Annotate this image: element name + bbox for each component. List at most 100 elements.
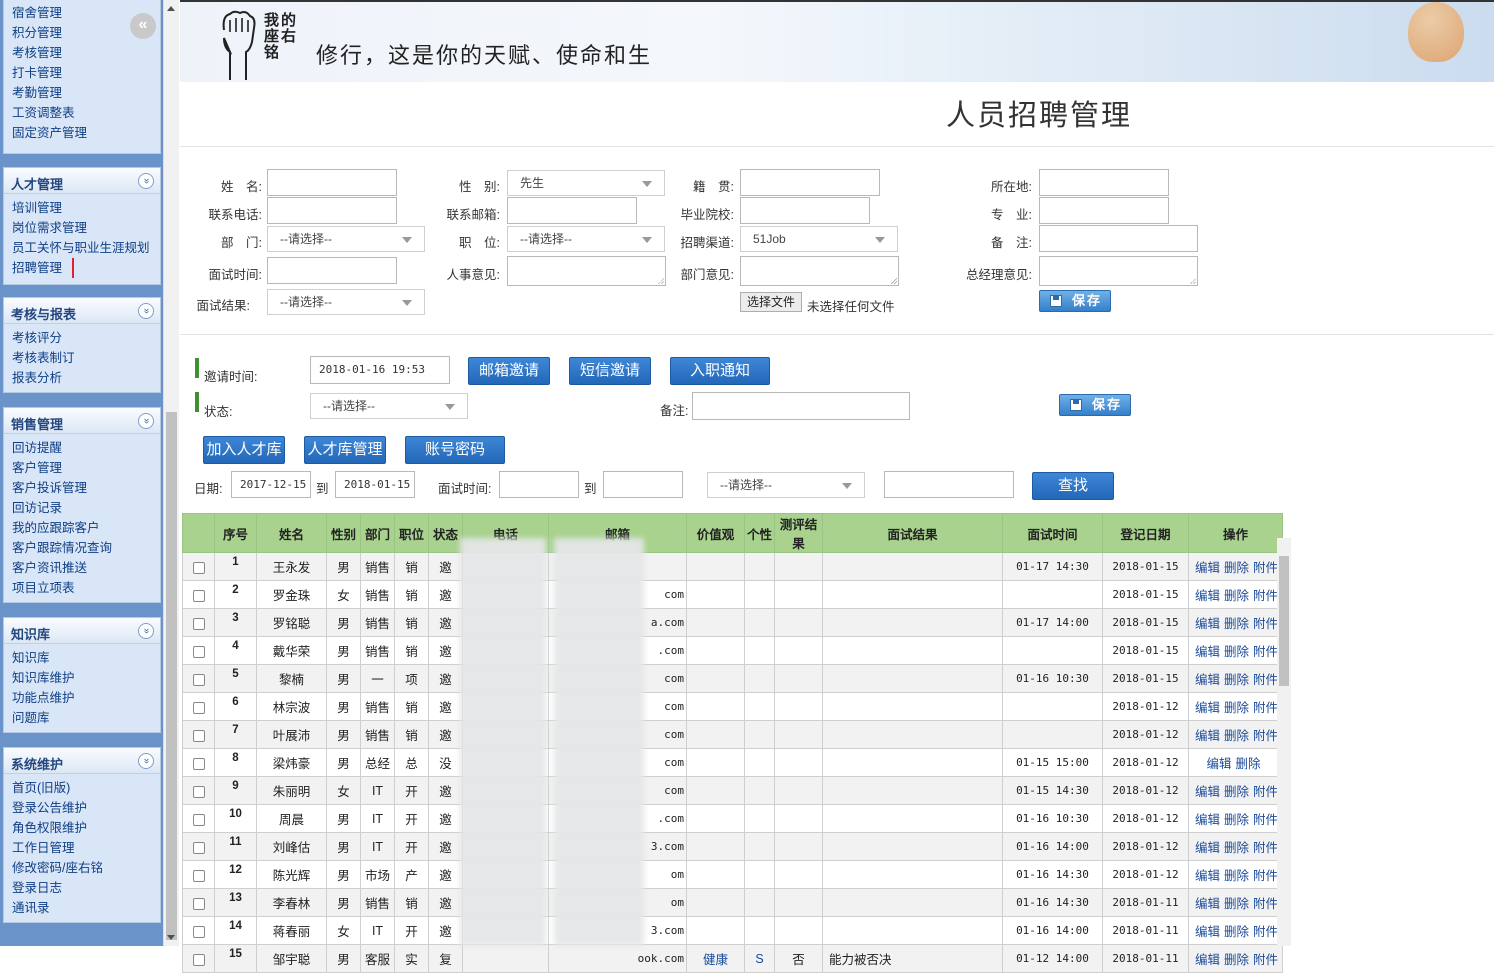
edit-link[interactable]: 编辑 [1195, 869, 1220, 883]
sidebar-item[interactable]: 培训管理 [12, 198, 160, 218]
attachment-link[interactable]: 附件 [1253, 561, 1278, 575]
sidebar-item[interactable]: 首页(旧版) [12, 778, 160, 798]
table-row[interactable]: 5 黎楠男一项邀 com 01-16 10:30 2018-01-15 编辑 删除 附件 [182, 664, 1284, 693]
edit-link[interactable]: 编辑 [1195, 673, 1220, 687]
edit-link[interactable]: 编辑 [1195, 617, 1220, 631]
table-row[interactable]: 11 刘峰估男 IT 开邀 3.com 01-16 14:00 2018-01-12 编辑 删除… [182, 832, 1284, 861]
row-checkbox[interactable] [192, 814, 205, 826]
table-row[interactable]: 7 叶展沛男销售销邀 com 2018-01-12 编辑 删除 附件 [182, 720, 1284, 749]
sidebar-item[interactable]: 客户资讯推送 [12, 558, 160, 578]
column-header[interactable]: 登记日期 [1102, 513, 1189, 553]
attachment-link[interactable]: 附件 [1253, 785, 1278, 799]
sidebar-item[interactable]: 员工关怀与职业生涯规划 [12, 238, 160, 258]
edit-link[interactable]: 编辑 [1195, 813, 1220, 827]
invite-time-input[interactable]: 2018-01-16 19:53 [310, 356, 450, 384]
delete-link[interactable]: 删除 [1224, 869, 1249, 883]
name-input[interactable] [267, 169, 397, 196]
attachment-link[interactable]: 附件 [1253, 925, 1278, 939]
delete-link[interactable]: 删除 [1224, 785, 1249, 799]
row-checkbox[interactable] [192, 702, 205, 714]
column-header[interactable]: 部门 [360, 513, 395, 553]
column-header[interactable]: 测评结果 [774, 513, 823, 553]
row-checkbox[interactable] [192, 870, 205, 882]
chevron-double-down-icon[interactable]: » [138, 623, 154, 639]
edit-link[interactable]: 编辑 [1195, 897, 1220, 911]
sidebar-item[interactable]: 项目立项表 [12, 578, 160, 598]
attachment-link[interactable]: 附件 [1253, 813, 1278, 827]
filter-select[interactable]: --请选择-- [707, 472, 865, 498]
add-talent-button[interactable]: 加入人才库 [203, 436, 285, 464]
interview-from-input[interactable] [499, 471, 579, 498]
sidebar-item[interactable]: 客户投诉管理 [12, 478, 160, 498]
sidebar-item[interactable]: 招聘管理 [12, 258, 160, 278]
search-button[interactable]: 查找 [1032, 472, 1114, 500]
table-row[interactable]: 9 朱丽明女 IT 开邀 com 01-15 14:30 2018-01-12 编辑 删除 附件 [182, 776, 1284, 805]
edit-link[interactable]: 编辑 [1195, 701, 1220, 715]
phone-input[interactable] [267, 197, 397, 224]
table-row[interactable]: 14 蒋春丽女 IT 开邀 3.com 01-16 14:00 2018-01-11 编辑 删除… [182, 916, 1284, 945]
sidebar-collapse-button[interactable]: « [130, 13, 156, 39]
sidebar-item[interactable]: 考核管理 [12, 43, 160, 63]
edit-link[interactable]: 编辑 [1195, 589, 1220, 603]
table-row[interactable]: 4 戴华荣男销售销邀 .com 2018-01-15 编辑 删除 附件 [182, 636, 1284, 665]
attachment-link[interactable]: 附件 [1253, 617, 1278, 631]
dept-select[interactable]: --请选择-- [267, 226, 425, 252]
date-to-input[interactable]: 2018-01-15 [335, 471, 415, 498]
attachment-link[interactable]: 附件 [1253, 897, 1278, 911]
column-header[interactable]: 职位 [394, 513, 429, 553]
table-row[interactable]: 15 邹宇聪男客服实复 ook.com 健康 S 否能力被否决 01-12 14:00 201… [182, 944, 1284, 973]
delete-link[interactable]: 删除 [1224, 897, 1249, 911]
sidebar-item[interactable]: 报表分析 [12, 368, 160, 388]
sidebar-item[interactable]: 登录日志 [12, 878, 160, 898]
email-input[interactable] [507, 197, 637, 224]
sidebar-item[interactable]: 工作日管理 [12, 838, 160, 858]
sidebar-item[interactable]: 功能点维护 [12, 688, 160, 708]
attachment-link[interactable]: 附件 [1253, 869, 1278, 883]
onboard-notice-button[interactable]: 入职通知 [670, 357, 770, 385]
gm-opinion-textarea[interactable] [1039, 256, 1198, 286]
row-checkbox[interactable] [192, 898, 205, 910]
column-header[interactable]: 状态 [428, 513, 463, 553]
chevron-double-down-icon[interactable]: » [138, 303, 154, 319]
account-password-button[interactable]: 账号密码 [405, 436, 505, 464]
keyword-input[interactable] [884, 471, 1014, 498]
sidebar-item[interactable]: 登录公告维护 [12, 798, 160, 818]
column-header[interactable]: 操作 [1187, 513, 1284, 553]
delete-link[interactable]: 删除 [1236, 757, 1261, 771]
interview-time-input[interactable] [267, 257, 397, 284]
sidebar-item[interactable]: 回访提醒 [12, 438, 160, 458]
column-header[interactable]: 姓名 [256, 513, 327, 553]
sidebar-item[interactable]: 角色权限维护 [12, 818, 160, 838]
edit-link[interactable]: 编辑 [1195, 841, 1220, 855]
sidebar-item[interactable]: 我的应跟踪客户 [12, 518, 160, 538]
sidebar-section-header[interactable]: 销售管理 » [4, 408, 160, 434]
edit-link[interactable]: 编辑 [1195, 785, 1220, 799]
sidebar-item[interactable]: 打卡管理 [12, 63, 160, 83]
row-checkbox[interactable] [192, 730, 205, 742]
talent-manage-button[interactable]: 人才库管理 [304, 436, 386, 464]
delete-link[interactable]: 删除 [1224, 925, 1249, 939]
channel-select[interactable]: 51Job [740, 226, 898, 252]
sidebar-item[interactable]: 工资调整表 [12, 103, 160, 123]
date-from-input[interactable]: 2017-12-15 [231, 471, 311, 498]
delete-link[interactable]: 删除 [1224, 645, 1249, 659]
choose-file-button[interactable]: 选择文件 [740, 292, 803, 312]
delete-link[interactable]: 删除 [1224, 617, 1249, 631]
delete-link[interactable]: 删除 [1224, 841, 1249, 855]
gender-select[interactable]: 先生 [507, 170, 665, 196]
row-checkbox[interactable] [192, 562, 205, 574]
delete-link[interactable]: 删除 [1224, 813, 1249, 827]
edit-link[interactable]: 编辑 [1195, 561, 1220, 575]
sidebar-item[interactable]: 考核表制订 [12, 348, 160, 368]
delete-link[interactable]: 删除 [1224, 589, 1249, 603]
edit-link[interactable]: 编辑 [1195, 729, 1220, 743]
row-checkbox[interactable] [192, 926, 205, 938]
scrollbar-thumb[interactable] [166, 412, 177, 940]
sidebar-item[interactable]: 知识库维护 [12, 668, 160, 688]
sidebar-item[interactable]: 考勤管理 [12, 83, 160, 103]
row-checkbox[interactable] [192, 758, 205, 770]
sidebar-item[interactable]: 考核评分 [12, 328, 160, 348]
edit-link[interactable]: 编辑 [1207, 757, 1232, 771]
status-select[interactable]: --请选择-- [310, 393, 468, 419]
delete-link[interactable]: 删除 [1224, 673, 1249, 687]
